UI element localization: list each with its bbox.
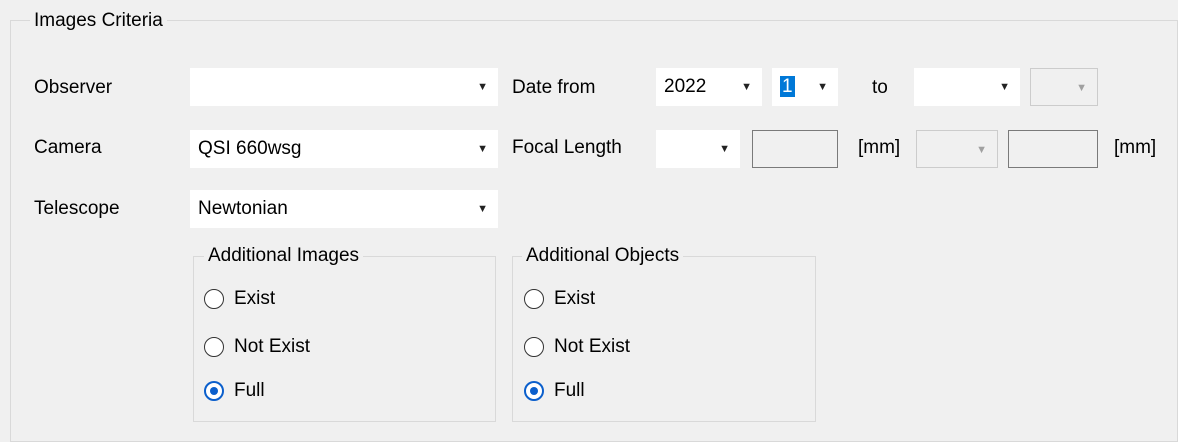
- telescope-combo[interactable]: Newtonian ▼: [190, 190, 498, 228]
- radio-button-icon: [524, 289, 544, 309]
- year-from-value: 2022: [664, 76, 707, 97]
- radio-label: Full: [234, 380, 265, 401]
- additional-images-full-radio[interactable]: Full: [204, 378, 265, 404]
- month-from-value: 1: [780, 76, 795, 97]
- observer-combo[interactable]: ▼: [190, 68, 498, 106]
- chevron-down-icon: ▼: [477, 143, 488, 155]
- chevron-down-icon: ▼: [976, 144, 987, 156]
- month-from-combo[interactable]: 1 ▼: [772, 68, 838, 106]
- chevron-down-icon: ▼: [1076, 82, 1087, 94]
- additional-objects-exist-radio[interactable]: Exist: [524, 286, 595, 312]
- chevron-down-icon: ▼: [477, 81, 488, 93]
- radio-label: Full: [554, 380, 585, 401]
- year-to-combo[interactable]: ▼: [914, 68, 1020, 106]
- focal-operator-to-combo[interactable]: ▼: [916, 130, 998, 168]
- radio-label: Exist: [554, 288, 596, 309]
- radio-label: Not Exist: [554, 336, 631, 357]
- chevron-down-icon: ▼: [477, 203, 488, 215]
- radio-button-icon: [204, 381, 224, 401]
- focal-length-to-input[interactable]: [1008, 130, 1098, 168]
- additional-images-exist-radio[interactable]: Exist: [204, 286, 275, 312]
- date-from-label: Date from: [512, 77, 596, 98]
- radio-label: Exist: [234, 288, 276, 309]
- chevron-down-icon: ▼: [741, 81, 752, 93]
- year-from-combo[interactable]: 2022 ▼: [656, 68, 762, 106]
- telescope-label: Telescope: [34, 198, 120, 219]
- observer-label: Observer: [34, 77, 113, 98]
- telescope-value: Newtonian: [198, 198, 288, 219]
- additional-objects-not-exist-radio[interactable]: Not Exist: [524, 334, 630, 360]
- camera-label: Camera: [34, 137, 102, 158]
- radio-button-icon: [524, 381, 544, 401]
- chevron-down-icon: ▼: [999, 81, 1010, 93]
- radio-label: Not Exist: [234, 336, 311, 357]
- additional-images-title: Additional Images: [204, 245, 364, 267]
- camera-value: QSI 660wsg: [198, 138, 302, 159]
- images-criteria-title: Images Criteria: [30, 10, 167, 32]
- camera-combo[interactable]: QSI 660wsg ▼: [190, 130, 498, 168]
- focal-length-from-input[interactable]: [752, 130, 838, 168]
- chevron-down-icon: ▼: [719, 143, 730, 155]
- radio-button-icon: [204, 337, 224, 357]
- focal-unit-from: [mm]: [858, 137, 901, 158]
- additional-objects-full-radio[interactable]: Full: [524, 378, 585, 404]
- additional-images-not-exist-radio[interactable]: Not Exist: [204, 334, 310, 360]
- focal-length-label: Focal Length: [512, 137, 622, 158]
- chevron-down-icon: ▼: [817, 81, 828, 93]
- focal-operator-from-combo[interactable]: ▼: [656, 130, 740, 168]
- radio-button-icon: [524, 337, 544, 357]
- radio-button-icon: [204, 289, 224, 309]
- month-to-combo[interactable]: ▼: [1030, 68, 1098, 106]
- additional-objects-title: Additional Objects: [522, 245, 684, 267]
- focal-unit-to: [mm]: [1114, 137, 1157, 158]
- to-label: to: [872, 77, 888, 98]
